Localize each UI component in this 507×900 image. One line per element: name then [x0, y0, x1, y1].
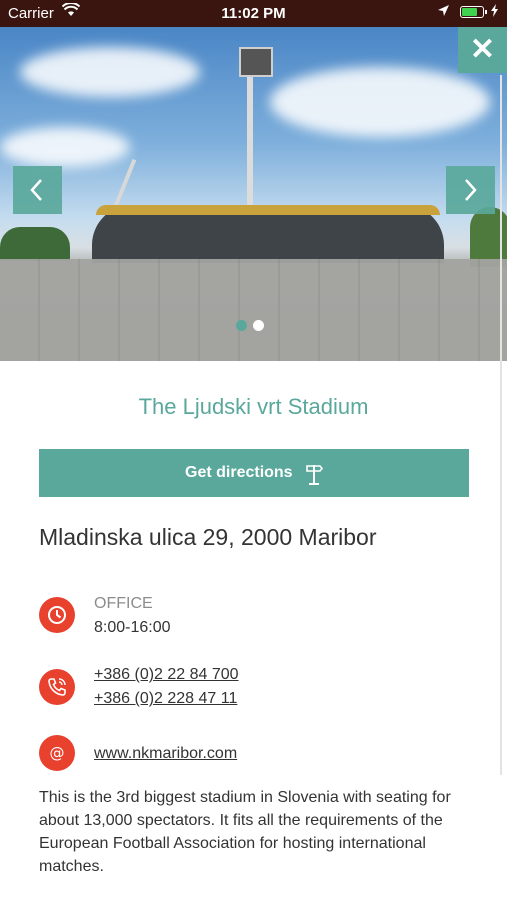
- clock-time: 11:02 PM: [221, 5, 286, 22]
- clock-icon: [39, 597, 75, 633]
- cloud: [20, 47, 200, 97]
- status-bar: Carrier 11:02 PM: [0, 0, 507, 27]
- get-directions-label: Get directions: [185, 464, 293, 481]
- get-directions-button[interactable]: Get directions: [39, 449, 469, 497]
- description: This is the 3rd biggest stadium in Slove…: [39, 789, 451, 875]
- office-label: OFFICE: [94, 595, 153, 612]
- close-button[interactable]: ✕: [458, 27, 507, 73]
- scrollbar[interactable]: [500, 75, 502, 775]
- phone-link-main[interactable]: +386 (0)2 22 84 700: [94, 666, 239, 684]
- battery-icon: [460, 6, 487, 18]
- chevron-left-icon: [30, 179, 42, 201]
- stadium-photo: [0, 27, 507, 361]
- cloud: [0, 127, 130, 167]
- carousel-dot[interactable]: [253, 320, 264, 331]
- chevron-right-icon: [465, 179, 477, 201]
- address: Mladinska ulica 29, 2000 Maribor: [39, 524, 377, 550]
- cloud: [270, 67, 490, 137]
- carousel-dots[interactable]: [236, 318, 270, 336]
- location-arrow-icon: [437, 4, 450, 21]
- phone-link-secondary[interactable]: +386 (0)2 228 47 11: [94, 690, 237, 708]
- svg-text:@: @: [50, 744, 65, 762]
- next-image-button[interactable]: [446, 166, 495, 214]
- trees: [0, 227, 70, 261]
- battery-tip: [485, 10, 487, 14]
- floodlight: [239, 47, 273, 77]
- charging-bolt-icon: [491, 4, 498, 20]
- previous-image-button[interactable]: [13, 166, 62, 214]
- floodlight-mast: [247, 72, 253, 222]
- at-icon: @: [39, 735, 75, 771]
- signpost-icon: [306, 465, 324, 485]
- website-link[interactable]: www.nkmaribor.com: [94, 745, 237, 763]
- office-hours: 8:00-16:00: [94, 619, 171, 636]
- stadium-roof: [96, 205, 440, 215]
- battery-fill: [462, 8, 477, 16]
- place-title: The Ljudski vrt Stadium: [138, 394, 369, 419]
- pavement: [0, 259, 507, 361]
- carousel-dot[interactable]: [236, 320, 247, 331]
- phone-icon: [39, 669, 75, 705]
